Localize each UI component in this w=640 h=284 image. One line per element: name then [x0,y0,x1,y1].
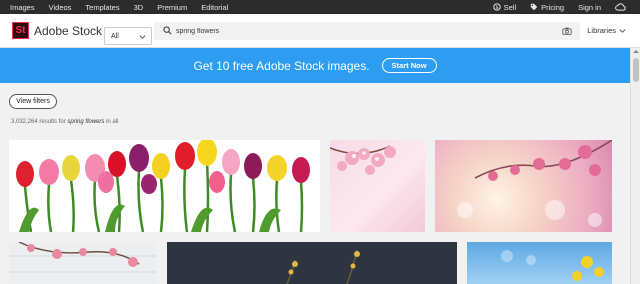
libraries-menu[interactable]: Libraries [587,26,626,35]
promo-text: Get 10 free Adobe Stock images. [193,58,370,73]
chevron-down-icon [619,29,626,33]
search-input[interactable] [176,24,546,38]
adobe-stock-logo[interactable]: St [12,22,29,39]
header: St Adobe Stock All Libraries [0,14,640,48]
scroll-up-arrow-icon[interactable] [632,49,640,54]
image-blossom-bokeh[interactable] [435,140,612,232]
nav-3d[interactable]: 3D [134,3,144,12]
sell-link[interactable]: $ Sell [492,2,517,12]
results-scope: in all [106,119,119,125]
category-value: All [111,32,119,40]
chevron-down-icon [139,35,146,39]
category-select[interactable]: All [104,27,152,45]
pricing-link[interactable]: Pricing [530,3,564,12]
top-nav-links: Images Videos Templates 3D Premium Edito… [10,0,228,14]
image-blossom-on-wood[interactable] [9,242,156,284]
wood-photo [9,242,156,273]
nav-videos[interactable]: Videos [49,3,72,12]
bokeh-photo [457,140,612,227]
image-tulips[interactable] [9,140,320,232]
brand-name[interactable]: Adobe Stock [34,24,102,38]
sell-label: Sell [503,2,517,12]
nav-templates[interactable]: Templates [85,3,119,12]
image-sky-flowers[interactable] [467,242,612,284]
nav-images[interactable]: Images [10,3,35,12]
tulips-photo [16,140,310,232]
nav-premium[interactable]: Premium [157,3,187,12]
results-summary: 3,032,264 results for spring flowers in … [11,119,118,125]
libraries-label: Libraries [587,26,616,35]
top-nav-account: $ Sell Pricing Sign in [492,0,626,14]
search-icon[interactable] [163,26,172,35]
creative-cloud-icon [615,3,626,11]
search-bar [154,22,580,40]
blossom-photo [330,145,396,175]
dark-branch-photo [286,249,360,284]
nav-editorial[interactable]: Editorial [201,3,228,12]
pricing-label: Pricing [541,2,565,12]
money-icon: $ [492,3,501,11]
promo-banner: Get 10 free Adobe Stock images. Start No… [0,48,630,83]
results-for-text: results for [39,119,66,125]
sign-in-link[interactable]: Sign in [578,3,601,12]
view-filters-button[interactable]: View filters [9,94,57,109]
cloud-link[interactable] [615,3,626,11]
scrollbar-thumb[interactable] [633,58,639,82]
results-count: 3,032,264 [11,119,38,125]
tag-icon [530,3,538,11]
sky-photo [501,250,604,281]
start-now-button[interactable]: Start Now [381,58,437,73]
results-query: spring flowers [67,119,105,125]
camera-icon[interactable] [562,26,572,36]
image-dark-branch[interactable] [167,242,457,284]
page-scrollbar[interactable] [630,48,640,284]
image-cherry-blossom[interactable] [330,140,425,232]
svg-text:$: $ [495,5,498,11]
top-nav: Images Videos Templates 3D Premium Edito… [0,0,640,14]
